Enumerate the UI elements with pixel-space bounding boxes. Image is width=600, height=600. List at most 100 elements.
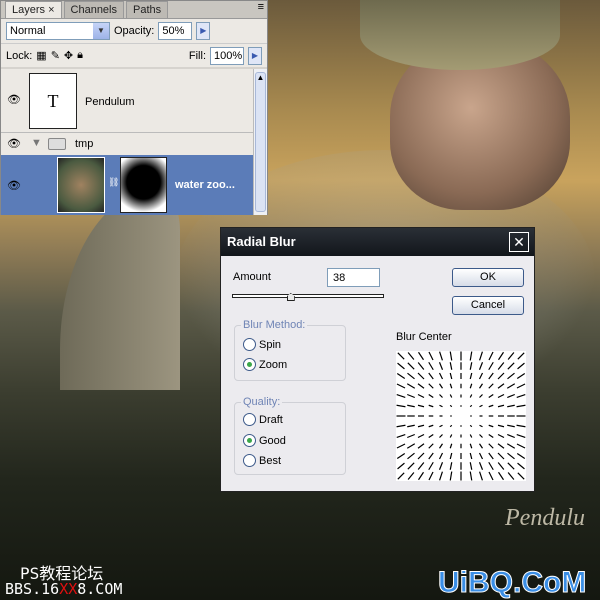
blend-mode-select[interactable]: Normal ▼ <box>6 22 110 40</box>
eye-icon[interactable]: 👁︎ <box>5 179 23 193</box>
blur-ray <box>488 404 494 408</box>
blur-ray <box>428 461 434 471</box>
blur-ray <box>469 383 473 389</box>
blur-ray <box>396 373 406 379</box>
lock-move-icon[interactable]: ✥ <box>64 49 73 62</box>
blur-ray <box>488 452 494 460</box>
shark-fin-background <box>60 190 180 390</box>
blur-ray <box>516 434 526 438</box>
chevron-down-icon: ▼ <box>93 23 109 39</box>
radio-spin[interactable]: Spin <box>243 338 281 351</box>
dialog-titlebar: Radial Blur <box>221 228 534 256</box>
blur-ray <box>428 361 434 371</box>
quality-label: Quality: <box>241 396 283 408</box>
layer-row-pendulum[interactable]: 👁︎ T Pendulum <box>1 69 255 133</box>
lock-paint-icon[interactable]: ✎ <box>51 49 60 62</box>
blur-ray <box>449 443 453 449</box>
amount-label: Amount <box>233 271 271 283</box>
blur-ray <box>497 443 505 449</box>
fill-arrow-button[interactable]: ▶ <box>248 46 262 65</box>
blur-ray <box>439 434 443 438</box>
radio-zoom[interactable]: Zoom <box>243 358 287 371</box>
blur-ray <box>469 462 473 470</box>
blur-ray <box>488 372 494 380</box>
blur-ray <box>507 404 515 408</box>
tab-channels[interactable]: Channels <box>63 1 124 18</box>
close-icon[interactable]: ✕ <box>509 232 529 252</box>
bbs-text-red: XX <box>59 580 78 598</box>
blur-ray <box>449 394 453 398</box>
expand-triangle-icon[interactable]: ▼ <box>31 137 42 149</box>
eye-icon[interactable]: 👁︎ <box>5 93 23 107</box>
blur-ray <box>438 462 444 470</box>
blend-row: Normal ▼ Opacity: 50% ▶ <box>1 19 267 43</box>
scroll-up-icon[interactable]: ▲ <box>255 72 266 212</box>
radio-checked-icon <box>243 434 256 447</box>
blur-ray <box>439 404 443 408</box>
blur-center-preview[interactable] <box>396 351 526 481</box>
blur-ray <box>428 452 434 460</box>
cancel-button[interactable]: Cancel <box>452 296 524 315</box>
blur-ray <box>417 452 425 460</box>
blur-ray <box>469 394 473 398</box>
blur-ray <box>469 443 473 449</box>
blur-ray <box>417 393 425 399</box>
blur-ray <box>406 443 416 449</box>
tab-label: Layers <box>12 4 46 16</box>
blur-ray <box>517 362 525 370</box>
tab-layers[interactable]: Layers × <box>5 1 62 18</box>
blur-ray <box>449 471 453 481</box>
radio-good[interactable]: Good <box>243 434 286 447</box>
blur-ray <box>507 372 515 380</box>
blur-ray <box>488 351 494 361</box>
blur-ray <box>417 424 425 428</box>
blur-ray <box>497 362 505 370</box>
blur-ray <box>438 362 444 370</box>
blur-ray <box>428 471 434 481</box>
blur-ray <box>479 443 483 449</box>
blur-ray <box>507 393 515 399</box>
amount-slider[interactable] <box>232 293 384 301</box>
blur-ray <box>439 383 443 389</box>
ok-button[interactable]: OK <box>452 268 524 287</box>
blur-ray <box>488 471 494 481</box>
amount-input[interactable]: 38 <box>327 268 380 287</box>
radio-checked-icon <box>243 358 256 371</box>
layers-scrollbar[interactable]: ▲ <box>253 69 267 215</box>
blur-ray <box>478 372 484 380</box>
opacity-arrow-button[interactable]: ▶ <box>196 22 211 40</box>
lock-transparency-icon[interactable]: ▦ <box>36 49 46 62</box>
quality-group: Quality: Draft Good Best <box>234 396 346 475</box>
blur-ray <box>479 471 483 481</box>
text-layer-thumbnail: T <box>29 73 77 129</box>
layer-row-water-zoom[interactable]: 👁︎ ⛓ water zoo... <box>1 155 255 215</box>
lock-all-icon[interactable]: 🔒︎ <box>77 49 83 62</box>
opacity-input[interactable]: 50% <box>158 22 193 40</box>
blur-ray <box>497 393 505 399</box>
blur-ray <box>506 443 516 449</box>
blur-ray <box>407 472 415 480</box>
radio-best[interactable]: Best <box>243 454 281 467</box>
layer-group-tmp[interactable]: 👁︎ ▼ tmp <box>1 134 255 154</box>
blur-ray <box>396 394 406 398</box>
blur-ray <box>417 443 425 449</box>
fill-input[interactable]: 100% <box>210 46 244 65</box>
blur-ray <box>507 424 515 428</box>
blur-ray <box>488 394 494 398</box>
blur-ray <box>497 433 505 439</box>
signature-watermark: Pendulu <box>505 505 585 531</box>
layers-list: 👁︎ T Pendulum 👁︎ ▼ tmp 👁︎ ⛓ water zoo... <box>1 69 255 215</box>
blur-ray <box>407 362 415 370</box>
panel-menu-icon[interactable]: ≡ <box>258 1 267 18</box>
link-icon[interactable]: ⛓ <box>108 177 119 188</box>
radio-draft[interactable]: Draft <box>243 413 283 426</box>
slider-thumb[interactable] <box>286 293 295 301</box>
lock-row: Lock: ▦ ✎ ✥ 🔒︎ Fill: 100% ▶ <box>1 43 267 67</box>
eye-icon[interactable]: 👁︎ <box>5 137 23 151</box>
blur-ray <box>428 383 434 389</box>
blur-ray <box>396 453 406 459</box>
blur-ray <box>479 434 483 438</box>
tab-paths[interactable]: Paths <box>126 1 169 18</box>
blur-ray <box>516 453 526 459</box>
blur-ray <box>469 471 473 481</box>
